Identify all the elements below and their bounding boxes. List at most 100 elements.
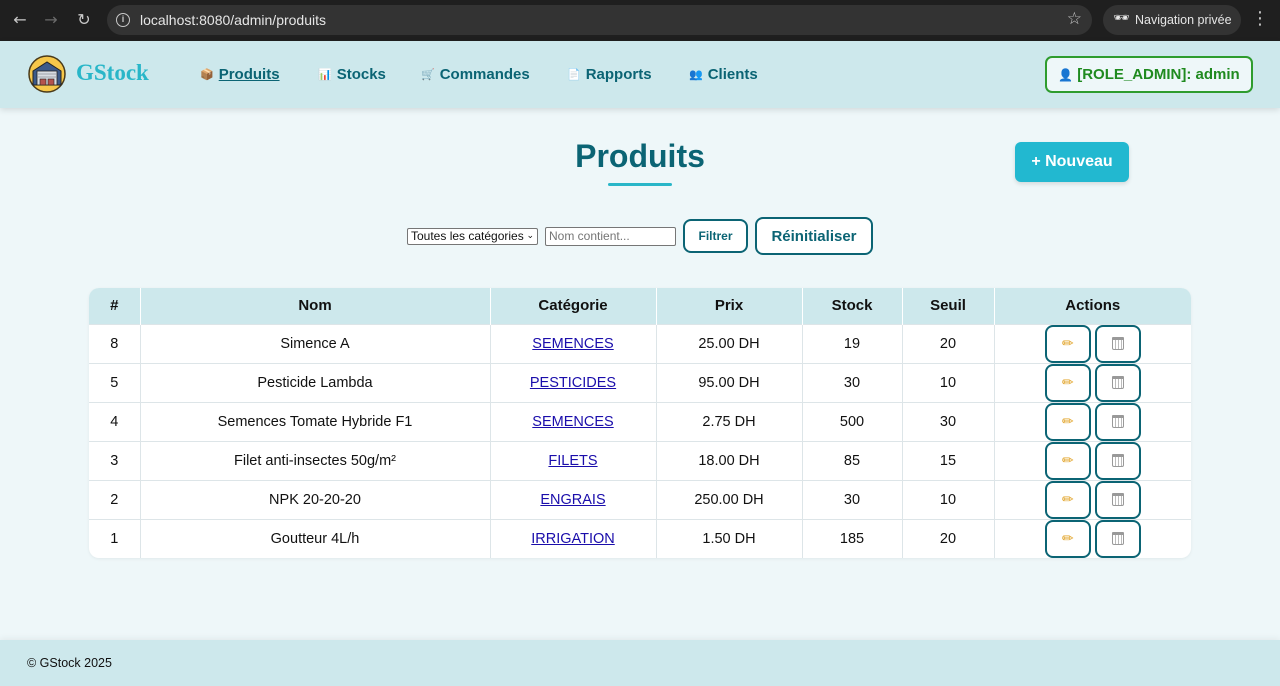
cell-name: Goutteur 4L/h: [140, 518, 491, 558]
cell-price: 18.00 DH: [656, 440, 803, 480]
edit-button[interactable]: ✏: [1044, 363, 1091, 402]
bookmark-star-icon[interactable]: ☆: [1067, 9, 1082, 29]
trash-icon: [1111, 454, 1124, 467]
cell-stock: 30: [802, 479, 903, 519]
back-arrow-icon[interactable]: ←: [8, 8, 32, 32]
name-filter-input[interactable]: Nom contient...: [545, 227, 676, 246]
edit-button[interactable]: ✏: [1044, 441, 1091, 480]
nav-commandes[interactable]: 🛒 Commandes: [421, 66, 530, 83]
column-header: Seuil: [902, 288, 995, 324]
column-header: Catégorie: [490, 288, 657, 324]
table-row: 1 Goutteur 4L/h IRRIGATION 1.50 DH 185 20 ✏: [89, 518, 1191, 558]
column-header: Prix: [656, 288, 803, 324]
cell-stock: 85: [802, 440, 903, 480]
cell-stock: 500: [802, 401, 903, 441]
url-text[interactable]: localhost:8080/admin/produits: [140, 12, 326, 28]
title-underline: [608, 183, 672, 186]
trash-icon: [1111, 376, 1124, 389]
pencil-icon: ✏: [1061, 374, 1074, 391]
cell-price: 1.50 DH: [656, 518, 803, 558]
pencil-icon: ✏: [1061, 452, 1074, 469]
trash-icon: [1111, 493, 1124, 506]
cell-stock: 30: [802, 362, 903, 402]
nav-clients[interactable]: 👥 Clients: [689, 66, 758, 83]
cell-category: PESTICIDES: [490, 362, 657, 402]
chevron-down-icon: ⌄: [526, 231, 534, 241]
cell-actions: ✏: [994, 401, 1191, 441]
cell-stock: 19: [802, 323, 903, 363]
cell-price: 2.75 DH: [656, 401, 803, 441]
category-select[interactable]: Toutes les catégories ⌄: [407, 228, 538, 245]
private-browsing-label: Navigation privée: [1135, 13, 1232, 27]
cell-threshold: 10: [902, 479, 995, 519]
browser-toolbar: ← → ↻ i localhost:8080/admin/produits ☆ …: [0, 0, 1280, 41]
edit-button[interactable]: ✏: [1044, 402, 1091, 441]
cell-actions: ✏: [994, 479, 1191, 519]
user-icon: 👤: [1058, 67, 1074, 82]
forward-arrow-icon[interactable]: →: [39, 8, 63, 32]
table-row: 3 Filet anti-insectes 50g/m² FILETS 18.00 D…: [89, 440, 1191, 480]
package-icon: 📦: [200, 68, 214, 81]
category-link[interactable]: FILETS: [548, 453, 597, 469]
delete-button[interactable]: [1094, 402, 1141, 441]
delete-button[interactable]: [1094, 324, 1141, 363]
category-link[interactable]: ENGRAIS: [540, 492, 605, 508]
bar-chart-icon: 📊: [318, 68, 332, 81]
cell-name: Simence A: [140, 323, 491, 363]
user-badge[interactable]: 👤 [ROLE_ADMIN]: admin: [1045, 56, 1253, 93]
cell-name: Semences Tomate Hybride F1: [140, 401, 491, 441]
nav-label: Commandes: [439, 66, 530, 83]
edit-button[interactable]: ✏: [1044, 480, 1091, 519]
nav-label: Rapports: [585, 66, 652, 83]
delete-button[interactable]: [1094, 441, 1141, 480]
edit-button[interactable]: ✏: [1044, 519, 1091, 558]
nav-produits[interactable]: 📦 Produits: [200, 66, 280, 83]
address-bar[interactable]: i localhost:8080/admin/produits ☆: [107, 5, 1092, 35]
nav-stocks[interactable]: 📊 Stocks: [318, 66, 386, 83]
column-header: Actions: [994, 288, 1191, 324]
delete-button[interactable]: [1094, 363, 1141, 402]
delete-button[interactable]: [1094, 480, 1141, 519]
incognito-icon: 🕶: [1113, 11, 1130, 26]
cell-actions: ✏: [994, 323, 1191, 363]
site-info-icon[interactable]: i: [116, 13, 130, 27]
app-header: GStock 📦 Produits 📊 Stocks 🛒 Commandes 📄…: [0, 41, 1280, 108]
private-browsing-badge[interactable]: 🕶 Navigation privée: [1103, 5, 1241, 35]
cell-actions: ✏: [994, 518, 1191, 558]
cell-name: Pesticide Lambda: [140, 362, 491, 402]
cell-threshold: 10: [902, 362, 995, 402]
category-link[interactable]: IRRIGATION: [531, 531, 615, 547]
reset-button[interactable]: Réinitialiser: [755, 217, 873, 255]
delete-button[interactable]: [1094, 519, 1141, 558]
filter-button[interactable]: Filtrer: [683, 219, 748, 253]
cell-price: 95.00 DH: [656, 362, 803, 402]
cell-id: 8: [89, 323, 141, 363]
nav-rapports[interactable]: 📄 Rapports: [567, 66, 652, 83]
trash-icon: [1111, 337, 1124, 350]
new-product-button[interactable]: + Nouveau: [1015, 142, 1129, 182]
cell-threshold: 20: [902, 323, 995, 363]
cell-id: 1: [89, 518, 141, 558]
pencil-icon: ✏: [1061, 491, 1074, 508]
browser-menu-icon[interactable]: ⋮: [1250, 8, 1270, 32]
footer: © GStock 2025: [0, 640, 1280, 686]
trash-icon: [1111, 415, 1124, 428]
cell-category: FILETS: [490, 440, 657, 480]
category-link[interactable]: SEMENCES: [532, 414, 613, 430]
category-select-value: Toutes les catégories: [411, 229, 524, 243]
products-table: # Nom Catégorie Prix Stock Seuil Actions…: [89, 288, 1191, 558]
brand-name[interactable]: GStock: [76, 60, 149, 86]
edit-button[interactable]: ✏: [1044, 324, 1091, 363]
category-link[interactable]: SEMENCES: [532, 336, 613, 352]
category-link[interactable]: PESTICIDES: [530, 375, 616, 391]
cell-price: 250.00 DH: [656, 479, 803, 519]
pencil-icon: ✏: [1061, 413, 1074, 430]
reload-icon[interactable]: ↻: [72, 8, 96, 32]
user-label: [ROLE_ADMIN]: admin: [1077, 66, 1240, 83]
cell-stock: 185: [802, 518, 903, 558]
trash-icon: [1111, 532, 1124, 545]
cell-id: 5: [89, 362, 141, 402]
cell-threshold: 30: [902, 401, 995, 441]
nav-label: Produits: [218, 66, 280, 83]
cell-id: 3: [89, 440, 141, 480]
